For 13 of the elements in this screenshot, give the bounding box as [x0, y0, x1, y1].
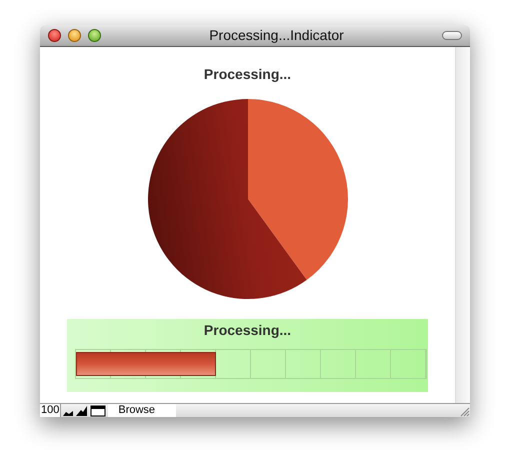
zoom-in-icon[interactable]: [75, 404, 88, 416]
minimize-button[interactable]: [68, 29, 81, 42]
toolbar-toggle-button[interactable]: [442, 31, 462, 40]
zoom-level[interactable]: 100: [40, 404, 62, 417]
resize-grip-icon[interactable]: [458, 404, 470, 416]
scroll-bar[interactable]: [455, 47, 470, 403]
close-button[interactable]: [48, 29, 61, 42]
status-area-icon[interactable]: [90, 404, 106, 416]
zoom-button[interactable]: [88, 29, 101, 42]
window-title: Processing...Indicator: [208, 26, 345, 45]
progress-title: Processing...: [204, 321, 292, 340]
mode-field[interactable]: Browse: [108, 404, 176, 417]
chart-title: Processing...: [204, 65, 292, 84]
